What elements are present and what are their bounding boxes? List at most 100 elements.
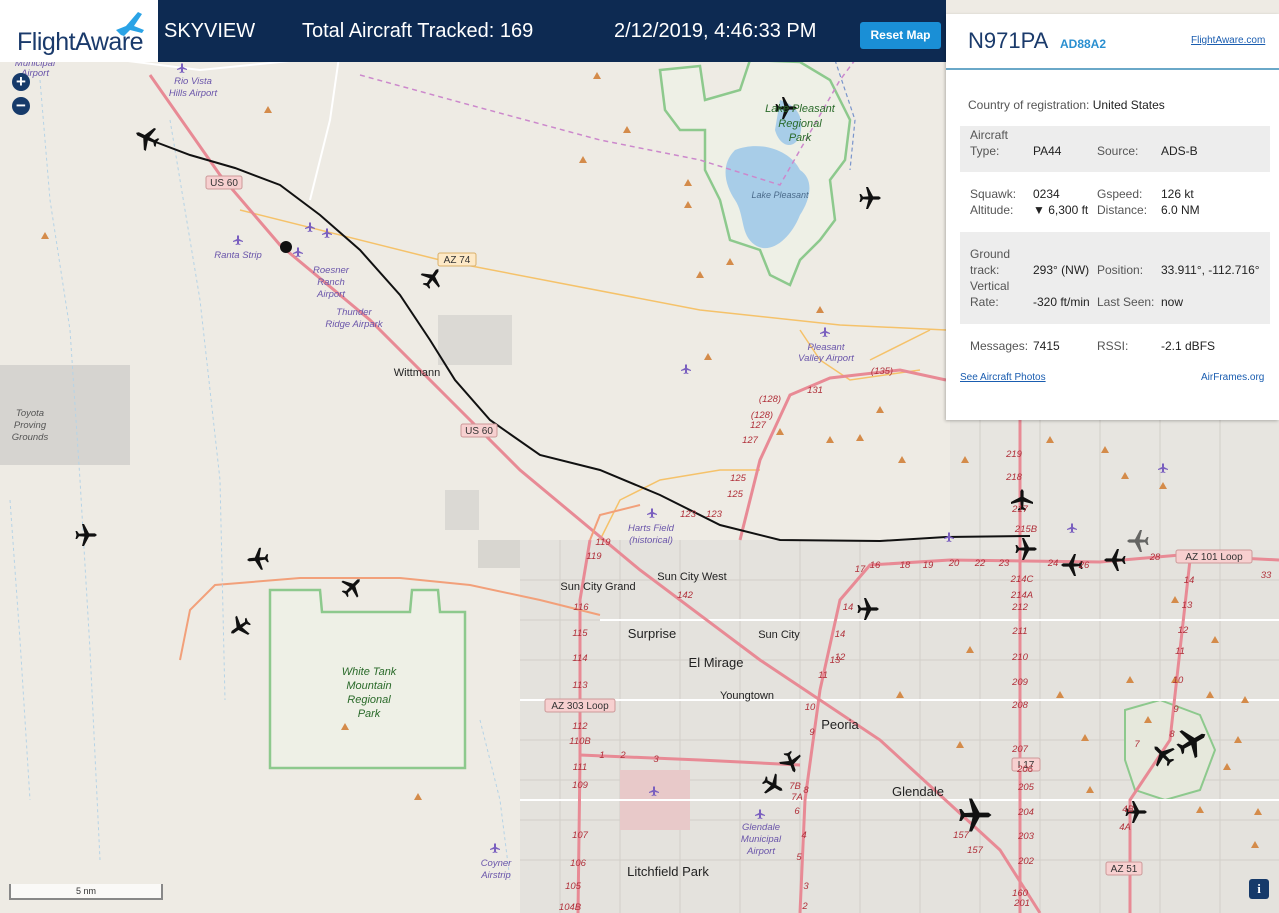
exit-label: 17 bbox=[855, 564, 866, 575]
exit-label: 13 bbox=[1182, 600, 1193, 611]
position-label: Position: bbox=[1097, 263, 1144, 277]
reset-map-button[interactable]: Reset Map bbox=[860, 22, 941, 49]
exit-label: 23 bbox=[998, 558, 1010, 569]
exit-label: 110B bbox=[569, 736, 591, 747]
exit-label: 113 bbox=[572, 680, 588, 691]
exit-label: 131 bbox=[807, 385, 823, 396]
squawk-value: 0234 bbox=[1033, 187, 1060, 201]
vertical-rate-value: -320 ft/min bbox=[1033, 295, 1090, 309]
airframes-link[interactable]: AirFrames.org bbox=[1201, 372, 1264, 383]
logo-plane-icon bbox=[116, 12, 144, 36]
poi-lake-pleasant-park-3: Park bbox=[789, 132, 812, 144]
exit-label: 7 bbox=[1134, 739, 1140, 750]
shield-az74: AZ 74 bbox=[444, 255, 471, 266]
aircraft-type-value: PA44 bbox=[1033, 144, 1062, 158]
shield-az303: AZ 303 Loop bbox=[551, 701, 609, 712]
flightaware-link[interactable]: FlightAware.com bbox=[1191, 35, 1265, 46]
country-label: Country of registration: bbox=[968, 98, 1090, 112]
exit-label: 111 bbox=[573, 762, 587, 773]
rssi-value: -2.1 dBFS bbox=[1161, 339, 1216, 353]
distance-label: Distance: bbox=[1097, 203, 1148, 217]
exit-label: 119 bbox=[586, 551, 602, 562]
exit-label: 217 bbox=[1011, 504, 1029, 515]
last-seen-label: Last Seen: bbox=[1097, 295, 1155, 309]
rssi-label: RSSI: bbox=[1097, 339, 1129, 353]
exit-label: 125 bbox=[730, 473, 747, 484]
exit-label: 160 bbox=[1012, 888, 1029, 899]
position-value: 33.911°, -112.716° bbox=[1161, 263, 1260, 277]
exit-label: 215B bbox=[1014, 524, 1038, 535]
aircraft-type-label-2: Type: bbox=[970, 144, 1000, 158]
exit-label: 18 bbox=[900, 560, 911, 571]
poi-rio-vista-2: Hills Airport bbox=[169, 88, 218, 99]
poi-lake-pleasant-park-1: Lake Pleasant bbox=[765, 103, 836, 115]
exit-label: 157 bbox=[967, 845, 984, 856]
exit-label: 12 bbox=[1178, 625, 1189, 636]
exit-label: 218 bbox=[1005, 472, 1023, 483]
vertical-rate-label-2: Rate: bbox=[970, 295, 999, 309]
poi-roesner-2: Ranch bbox=[317, 277, 344, 288]
source-value: ADS-B bbox=[1161, 144, 1198, 158]
exit-label: 219 bbox=[1005, 449, 1023, 460]
exit-label: 22 bbox=[974, 558, 986, 569]
poi-thunder-2: Ridge Airpark bbox=[325, 319, 383, 330]
exit-label: 125 bbox=[727, 489, 744, 500]
poi-coyner-2: Airstrip bbox=[480, 870, 511, 881]
messages-value: 7415 bbox=[1033, 339, 1060, 353]
exit-label: 14 bbox=[1184, 575, 1195, 586]
shield-us60-mid: US 60 bbox=[465, 426, 493, 437]
exit-label: 123 bbox=[680, 509, 697, 520]
zoom-out-button[interactable]: − bbox=[12, 97, 30, 115]
total-aircraft-tracked: Total Aircraft Tracked: 169 bbox=[302, 20, 534, 42]
exit-label: 211 bbox=[1011, 626, 1027, 637]
poi-lake-pleasant-park-2: Regional bbox=[778, 118, 822, 130]
map-scale-bar: 5 nm bbox=[9, 884, 163, 900]
poi-harts-1: Harts Field bbox=[628, 523, 675, 534]
exit-label: 112 bbox=[572, 721, 588, 732]
exit-label: 214C bbox=[1010, 574, 1034, 585]
place-sun-city-grand: Sun City Grand bbox=[560, 581, 635, 593]
poi-toyota-3: Grounds bbox=[12, 432, 49, 443]
exit-label: 2 bbox=[619, 750, 626, 761]
exit-label: 26 bbox=[1078, 560, 1090, 571]
poi-harts-2: (historical) bbox=[629, 535, 673, 546]
exit-label: 9 bbox=[1173, 704, 1179, 715]
exit-label: 107 bbox=[572, 830, 589, 841]
poi-white-tank-4: Park bbox=[358, 708, 381, 720]
exit-label: 1 bbox=[599, 750, 604, 761]
exit-label: 203 bbox=[1017, 831, 1035, 842]
vertical-rate-label-1: Vertical bbox=[970, 279, 1010, 293]
last-seen-value: now bbox=[1161, 295, 1184, 309]
place-litchfield-park: Litchfield Park bbox=[627, 864, 709, 879]
exit-label: (128) bbox=[759, 394, 781, 405]
exit-label: 24 bbox=[1047, 558, 1059, 569]
exit-label: 5 bbox=[796, 852, 802, 863]
exit-label: 201 bbox=[1013, 898, 1030, 909]
zoom-in-button[interactable]: + bbox=[12, 73, 30, 91]
panel-header: N971PA AD88A2 FlightAware.com bbox=[946, 14, 1279, 70]
poi-rio-vista-1: Rio Vista bbox=[174, 76, 212, 87]
exit-label: 116 bbox=[573, 602, 589, 613]
aircraft-photos-link[interactable]: See Aircraft Photos bbox=[960, 372, 1046, 383]
exit-label: 12 bbox=[835, 652, 846, 663]
aircraft-hex-code: AD88A2 bbox=[1060, 37, 1107, 51]
place-wittmann: Wittmann bbox=[394, 367, 440, 379]
top-header: FlightAware SKYVIEW Total Aircraft Track… bbox=[0, 0, 946, 62]
flightaware-logo[interactable]: FlightAware bbox=[0, 0, 158, 62]
place-surprise: Surprise bbox=[628, 626, 676, 641]
poi-toyota-1: Toyota bbox=[16, 408, 44, 419]
exit-label: 114 bbox=[572, 653, 587, 664]
exit-label: 11 bbox=[818, 670, 828, 681]
poi-pleasant-valley-2: Valley Airport bbox=[798, 353, 854, 364]
gspeed-label: Gspeed: bbox=[1097, 187, 1143, 201]
shield-az51: AZ 51 bbox=[1111, 864, 1138, 875]
current-datetime: 2/12/2019, 4:46:33 PM bbox=[614, 20, 817, 42]
exit-label: 208 bbox=[1011, 700, 1029, 711]
exit-label: 8 bbox=[1169, 729, 1175, 740]
altitude-label: Altitude: bbox=[970, 203, 1014, 217]
poi-pleasant-valley-1: Pleasant bbox=[808, 342, 845, 353]
poi-glendale-airport-2: Municipal bbox=[741, 834, 782, 845]
info-button[interactable]: i bbox=[1249, 879, 1269, 899]
exit-label: 214A bbox=[1010, 590, 1033, 601]
place-sun-city: Sun City bbox=[758, 629, 800, 641]
